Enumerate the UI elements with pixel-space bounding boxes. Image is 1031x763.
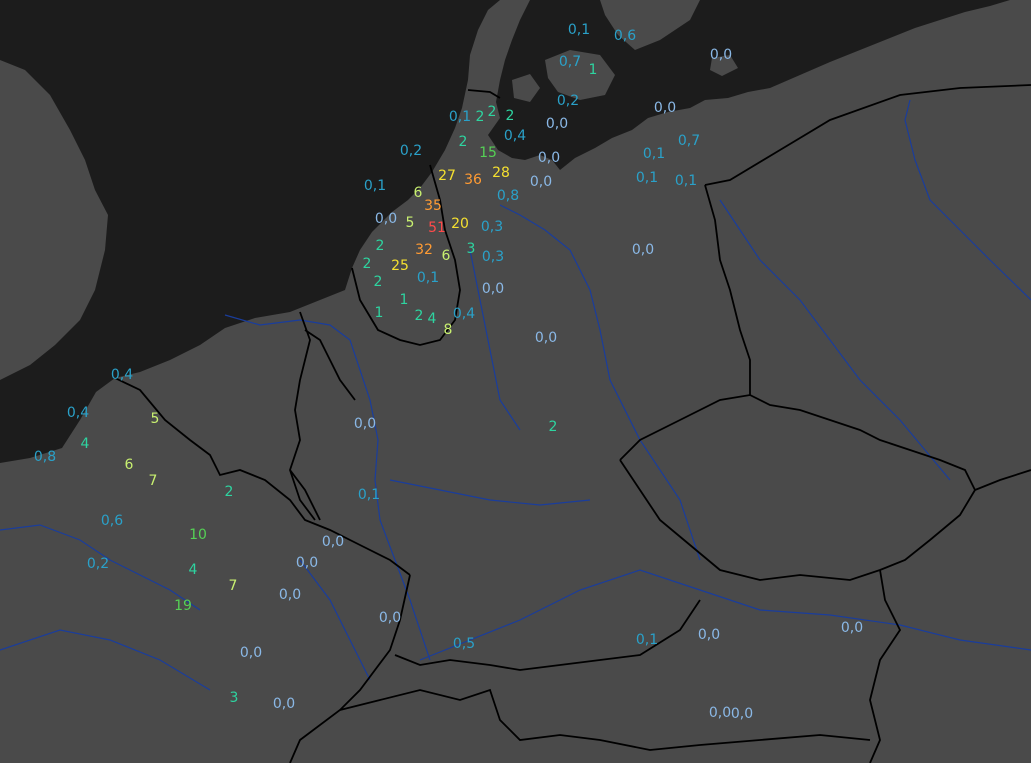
value-label: 0,2	[556, 93, 580, 109]
value-label: 0,0	[534, 330, 558, 346]
value-label: 0,0	[278, 587, 302, 603]
value-label: 28	[492, 165, 510, 181]
value-label: 0,3	[480, 219, 504, 235]
value-label: 2	[362, 256, 372, 272]
value-label: 36	[464, 172, 482, 188]
value-label: 3	[466, 241, 476, 257]
value-label: 32	[415, 242, 433, 258]
value-label: 7	[148, 473, 158, 489]
value-label: 0,0	[708, 705, 732, 721]
value-label: 0,0	[374, 211, 398, 227]
value-label: 1	[588, 62, 598, 78]
value-label: 6	[124, 457, 134, 473]
value-label: 3	[229, 690, 239, 706]
value-label: 2	[375, 238, 385, 254]
value-label: 2	[475, 109, 485, 125]
value-label: 0,0	[272, 696, 296, 712]
value-label: 0,3	[481, 249, 505, 265]
value-label: 0,4	[110, 367, 134, 383]
value-label: 4	[188, 562, 198, 578]
danish-island-funen	[512, 74, 540, 102]
value-label: 0,5	[452, 636, 476, 652]
value-label: 1	[399, 292, 409, 308]
map-background	[0, 0, 1031, 763]
value-label: 0,4	[66, 405, 90, 421]
value-label: 0,0	[353, 416, 377, 432]
value-label: 0,1	[635, 170, 659, 186]
value-label: 0,1	[567, 22, 591, 38]
value-label: 0,0	[239, 645, 263, 661]
value-label: 0,7	[558, 54, 582, 70]
value-label: 0,2	[399, 143, 423, 159]
value-label: 4	[427, 311, 437, 327]
value-label: 1	[374, 305, 384, 321]
value-label: 2	[414, 308, 424, 324]
value-label: 2	[373, 274, 383, 290]
value-label: 0,0	[697, 627, 721, 643]
value-label: 20	[451, 216, 469, 232]
value-label: 0,4	[503, 128, 527, 144]
value-label: 0,8	[33, 449, 57, 465]
value-label: 0,1	[635, 632, 659, 648]
value-label: 0,1	[357, 487, 381, 503]
value-label: 0,0	[653, 100, 677, 116]
value-label: 0,0	[631, 242, 655, 258]
value-label: 0,0	[840, 620, 864, 636]
value-label: 2	[548, 419, 558, 435]
value-label: 2	[505, 108, 515, 124]
value-label: 0,0	[378, 610, 402, 626]
value-label: 0,0	[537, 150, 561, 166]
value-label: 51	[428, 220, 446, 236]
value-label: 8	[443, 322, 453, 338]
great-britain	[0, 60, 108, 380]
value-label: 2	[458, 134, 468, 150]
value-label: 0,0	[709, 47, 733, 63]
value-label: 25	[391, 258, 409, 274]
value-label: 0,0	[730, 706, 754, 722]
value-label: 0,1	[448, 109, 472, 125]
value-label: 2	[487, 104, 497, 120]
value-label: 0,4	[452, 306, 476, 322]
value-label: 0,7	[677, 133, 701, 149]
value-label: 19	[174, 598, 192, 614]
value-label: 2	[224, 484, 234, 500]
value-label: 0,6	[100, 513, 124, 529]
value-label: 15	[479, 145, 497, 161]
value-label: 0,0	[529, 174, 553, 190]
value-label: 6	[441, 248, 451, 264]
value-label: 0,1	[674, 173, 698, 189]
value-label: 0,8	[496, 188, 520, 204]
value-label: 5	[405, 215, 415, 231]
value-label: 0,1	[363, 178, 387, 194]
value-label: 5	[150, 411, 160, 427]
value-label: 0,1	[642, 146, 666, 162]
value-label: 6	[413, 185, 423, 201]
value-label: 0,0	[295, 555, 319, 571]
value-label: 7	[228, 578, 238, 594]
precipitation-map: 0,1 0,6 0,7 1 0,0 0,2 0,0 0,1 2 2 2 0,0 0,4 2 0,7 0,2 15…	[0, 0, 1031, 763]
value-label: 0,2	[86, 556, 110, 572]
value-label: 0,0	[321, 534, 345, 550]
continent-landmass	[0, 0, 1031, 763]
value-label: 0,0	[545, 116, 569, 132]
value-label: 27	[438, 168, 456, 184]
value-label: 4	[80, 436, 90, 452]
value-label: 0,0	[481, 281, 505, 297]
value-label: 0,6	[613, 28, 637, 44]
value-label: 35	[424, 198, 442, 214]
value-label: 10	[189, 527, 207, 543]
value-label: 0,1	[416, 270, 440, 286]
